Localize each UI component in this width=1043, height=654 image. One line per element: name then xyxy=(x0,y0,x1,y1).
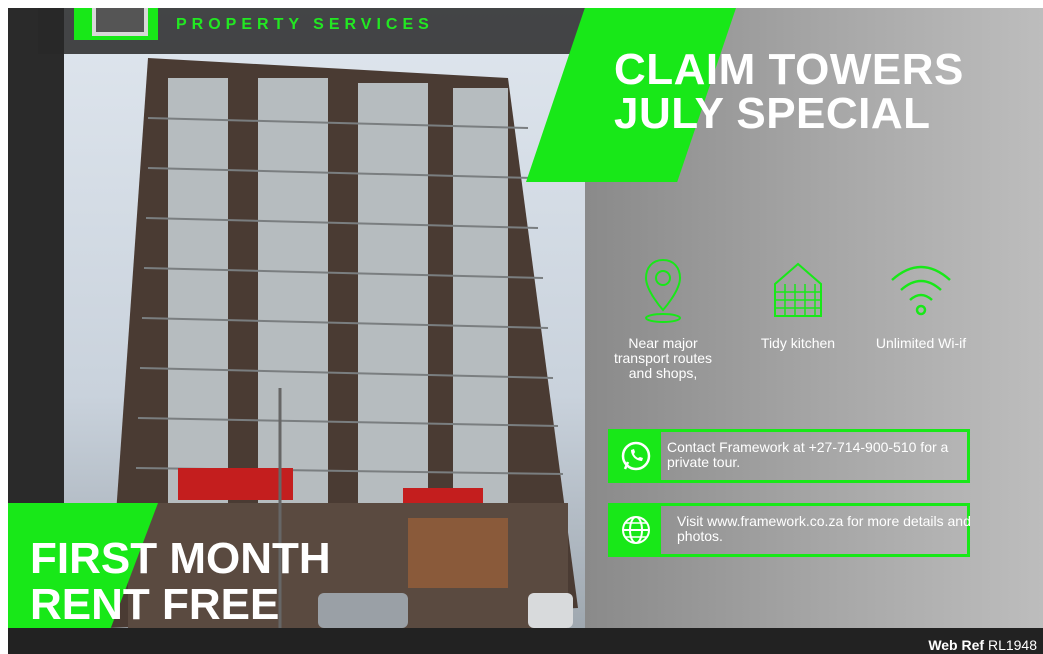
globe-icon xyxy=(622,516,650,544)
contact-website-text: Visit www.framework.co.za for more detai… xyxy=(677,513,971,544)
headline-line2: JULY SPECIAL xyxy=(614,89,931,138)
promo-text: FIRST MONTH RENT FREE xyxy=(30,536,331,628)
footer-bar: Web Ref RL1948 xyxy=(8,628,1043,654)
feature-wifi: Unlimited Wi-if xyxy=(861,258,981,351)
feature-transport-label: Near major transport routes and shops, xyxy=(613,335,713,381)
wifi-icon xyxy=(891,265,951,316)
house-icon xyxy=(774,262,822,317)
web-ref-label: Web Ref xyxy=(928,637,985,653)
feature-wifi-label: Unlimited Wi-if xyxy=(875,335,967,351)
location-pin-icon xyxy=(644,258,682,323)
page-frame: PROPERTY SERVICES CLAIM TOWERS JULY SPEC… xyxy=(0,0,1043,654)
headline-line1: CLAIM TOWERS xyxy=(614,45,964,94)
whatsapp-icon xyxy=(621,441,651,471)
brand-tagline: PROPERTY SERVICES xyxy=(176,16,434,33)
feature-transport: Near major transport routes and shops, xyxy=(603,258,723,381)
promo-line1: FIRST MONTH xyxy=(30,534,331,583)
logo-mark-inner xyxy=(92,8,148,36)
contact-whatsapp[interactable]: Contact Framework at +27-714-900-510 for… xyxy=(608,429,970,483)
contact-website[interactable]: Visit www.framework.co.za for more detai… xyxy=(608,503,971,557)
headline: CLAIM TOWERS JULY SPECIAL xyxy=(614,48,964,136)
poster: PROPERTY SERVICES CLAIM TOWERS JULY SPEC… xyxy=(8,8,1043,654)
globe-icon-box xyxy=(611,506,661,554)
feature-kitchen: Tidy kitchen xyxy=(743,258,853,351)
whatsapp-icon-box xyxy=(611,432,661,480)
features-row: Near major transport routes and shops, T… xyxy=(603,258,983,398)
web-ref-value: RL1948 xyxy=(987,637,1037,653)
web-ref: Web Ref RL1948 xyxy=(928,637,1037,653)
feature-kitchen-label: Tidy kitchen xyxy=(760,335,836,351)
promo-line2: RENT FREE xyxy=(30,580,280,629)
contact-whatsapp-text: Contact Framework at +27-714-900-510 for… xyxy=(667,439,949,470)
